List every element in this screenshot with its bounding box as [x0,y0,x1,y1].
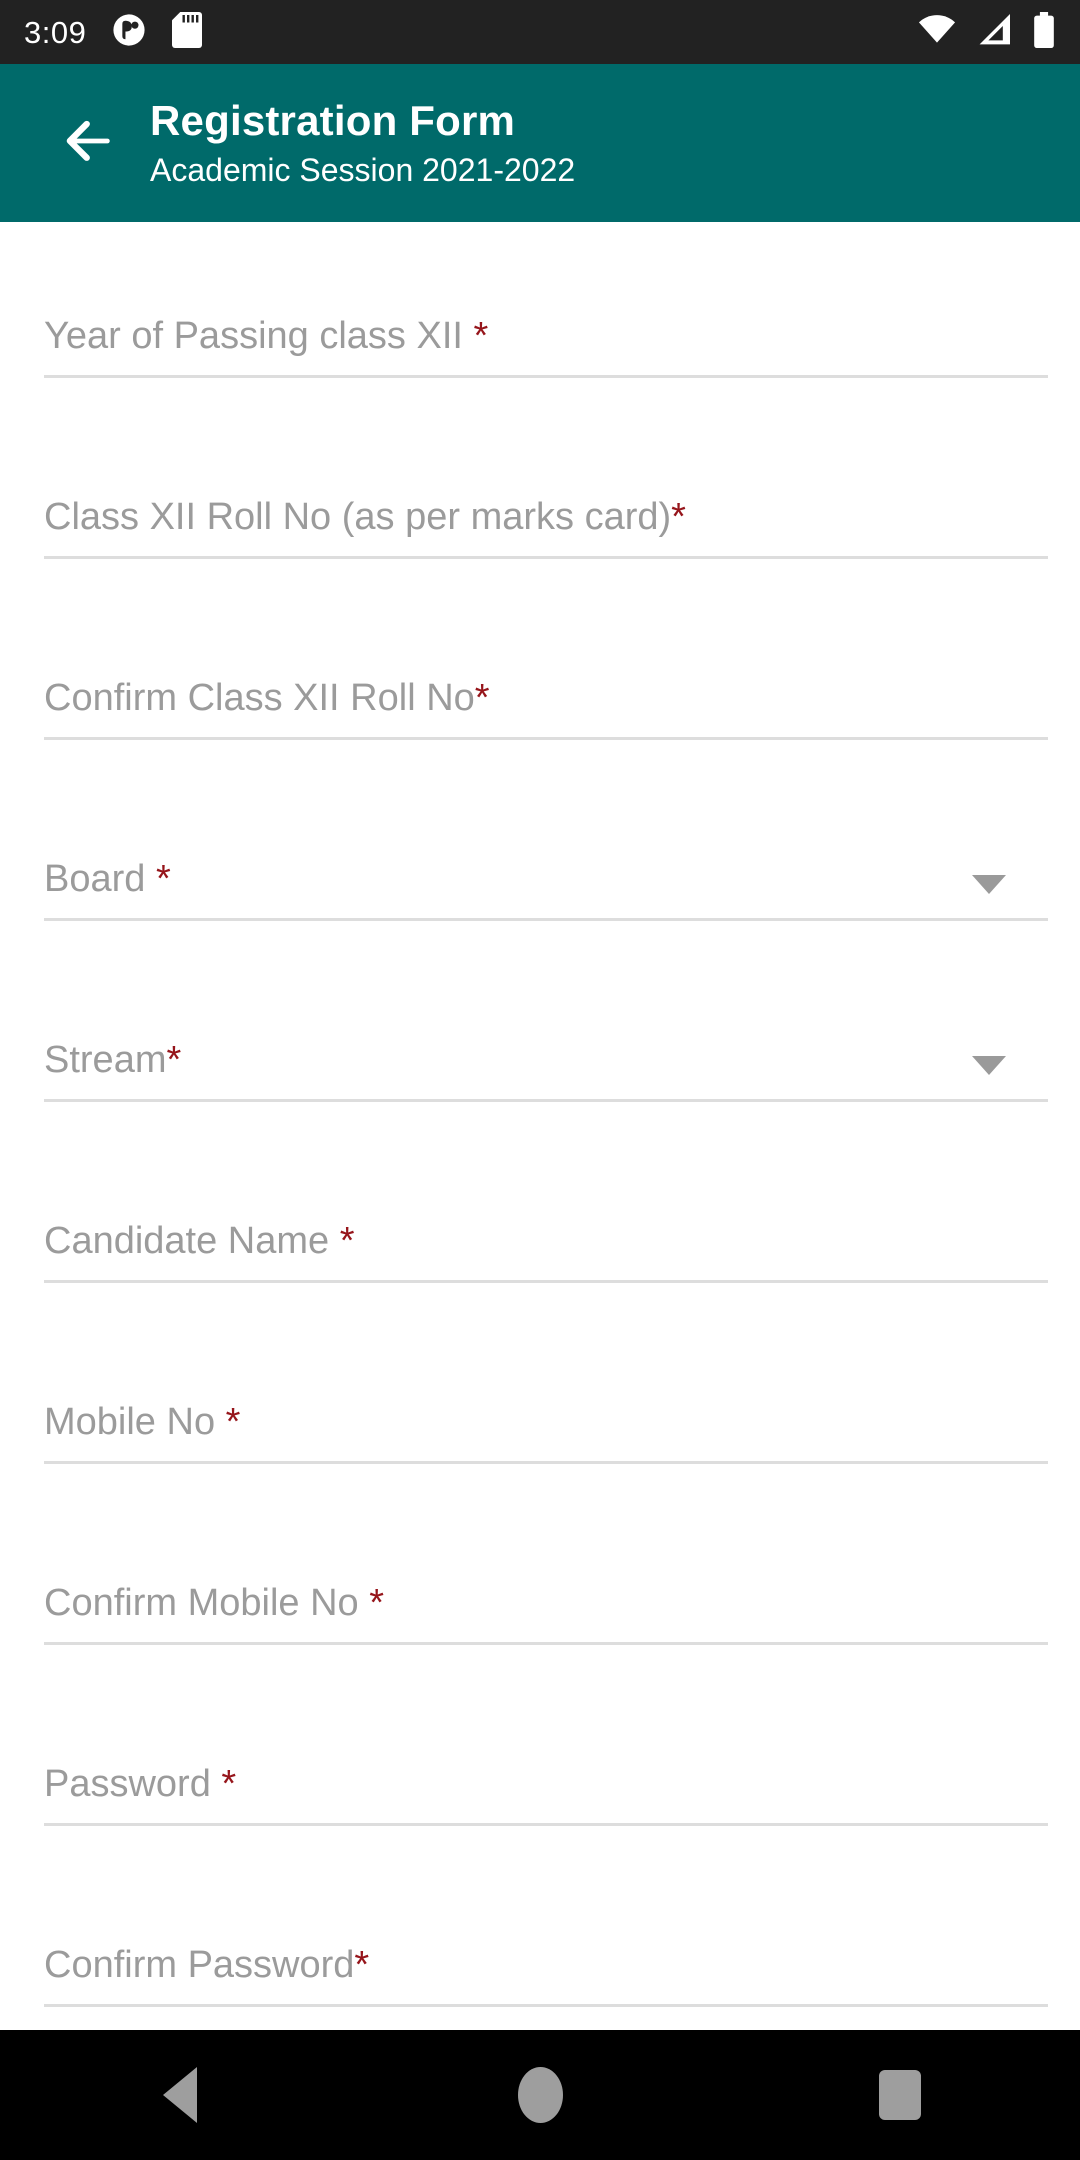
required-asterisk: * [369,1582,385,1624]
page-subtitle: Academic Session 2021-2022 [150,151,576,188]
required-asterisk: * [155,858,171,900]
wifi-icon [918,14,956,50]
field-underline [44,918,1048,921]
form-field-confirm-mobile-no[interactable]: Confirm Mobile No * [0,1489,1080,1670]
phone-screen: 3:09 Registration Form Academic Session … [0,0,1080,2160]
field-label: Confirm Mobile No * [44,1582,385,1624]
field-underline [44,2004,1048,2007]
field-label: Year of Passing class XII * [44,315,489,357]
form-field-board[interactable]: Board * [0,765,1080,946]
app-bar: Registration Form Academic Session 2021-… [0,64,1080,222]
app-bar-titles: Registration Form Academic Session 2021-… [150,96,575,190]
form-field-class-xii-roll-no[interactable]: Class XII Roll No (as per marks card)* [0,403,1080,584]
android-navigation-bar [0,2030,1080,2160]
form-field-mobile-no[interactable]: Mobile No * [0,1308,1080,1489]
field-label: Confirm Password* [44,1944,370,1986]
cellular-signal-icon [976,13,1012,51]
form-field-year-of-passing[interactable]: Year of Passing class XII * [0,222,1080,403]
field-label: Stream* [44,1039,182,1081]
chevron-down-icon[interactable] [972,1056,1006,1075]
required-asterisk: * [473,315,489,357]
required-asterisk: * [671,496,686,538]
required-asterisk: * [166,1039,182,1081]
battery-icon [1032,11,1056,53]
recents-square-icon [879,2070,921,2120]
status-bar-left: 3:09 [24,11,203,53]
form-field-confirm-class-xii-roll-no[interactable]: Confirm Class XII Roll No* [0,584,1080,765]
required-asterisk: * [225,1401,241,1443]
required-asterisk: * [339,1220,355,1262]
status-bar-right [918,11,1056,53]
field-underline [44,1461,1048,1464]
nav-back-button[interactable] [90,2030,270,2160]
status-bar: 3:09 [0,0,1080,64]
field-label: Board * [44,858,171,900]
required-asterisk: * [221,1763,237,1805]
field-label: Candidate Name * [44,1220,355,1262]
field-underline [44,737,1048,740]
sd-card-icon [172,11,203,53]
nav-home-button[interactable] [450,2030,630,2160]
back-arrow-icon [59,112,117,175]
form-field-confirm-password[interactable]: Confirm Password* [0,1851,1080,2030]
app-notification-icon [112,13,146,52]
registration-form: Year of Passing class XII * Class XII Ro… [0,222,1080,2030]
required-asterisk: * [474,677,490,719]
page-title: Registration Form [150,97,516,145]
form-field-candidate-name[interactable]: Candidate Name * [0,1127,1080,1308]
field-underline [44,1280,1048,1283]
form-field-password[interactable]: Password * [0,1670,1080,1851]
status-clock: 3:09 [24,14,87,50]
field-underline [44,375,1048,378]
form-field-stream[interactable]: Stream* [0,946,1080,1127]
field-label: Password * [44,1763,237,1805]
field-underline [44,1099,1048,1102]
field-underline [44,1823,1048,1826]
nav-recents-button[interactable] [810,2030,990,2160]
field-underline [44,556,1048,559]
field-label: Class XII Roll No (as per marks card)* [44,496,686,538]
back-triangle-icon [163,2067,197,2123]
field-label: Mobile No * [44,1401,241,1443]
field-label: Confirm Class XII Roll No* [44,677,490,719]
chevron-down-icon[interactable] [972,875,1006,894]
field-underline [44,1642,1048,1645]
required-asterisk: * [354,1944,370,1986]
home-circle-icon [517,2067,563,2123]
back-button[interactable] [40,95,136,191]
